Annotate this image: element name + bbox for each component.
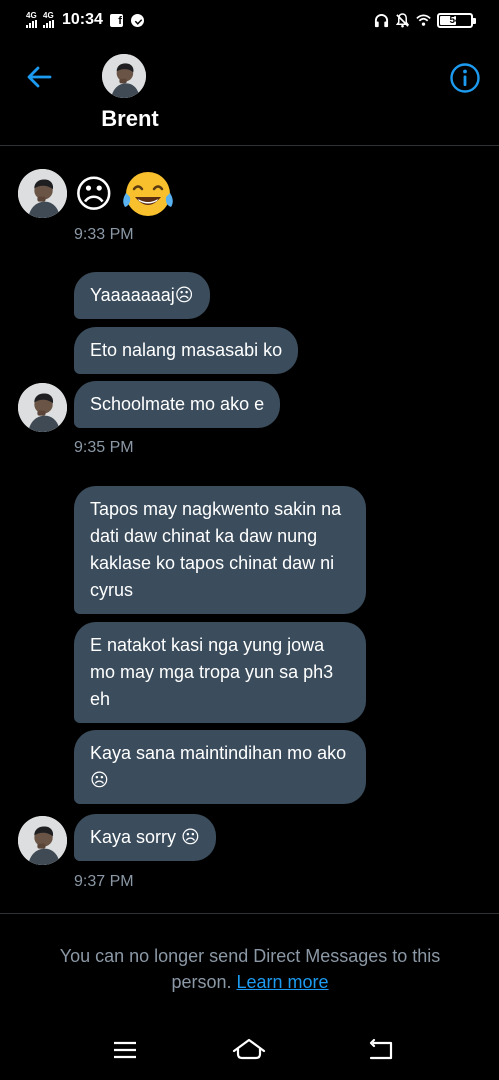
message-bubble[interactable]: Eto nalang masasabi ko xyxy=(74,327,299,374)
sender-avatar[interactable] xyxy=(18,816,67,865)
mute-bell-icon xyxy=(395,12,410,28)
message-bubble[interactable]: Kaya sana maintindihan mo ako ☹ xyxy=(74,730,366,804)
status-bar: 4G 4G 10:34 f 54 xyxy=(0,0,499,40)
facebook-icon: f xyxy=(109,13,124,28)
message-bubble[interactable]: Schoolmate mo ako e xyxy=(74,381,281,428)
dm-restriction-notice: You can no longer send Direct Messages t… xyxy=(30,943,470,995)
status-right: 54 xyxy=(374,12,476,28)
battery-icon: 54 xyxy=(437,12,476,28)
footer-divider xyxy=(0,913,499,914)
status-time: 10:34 xyxy=(62,11,103,28)
network-type-label: 4G xyxy=(43,11,54,20)
contact-name[interactable]: Brent xyxy=(70,106,190,132)
network-type-label: 4G xyxy=(26,11,37,20)
home-icon[interactable] xyxy=(231,1034,267,1066)
message-thread: ☹ 9:33 PM Yaaaaaaaj☹ Eto nalang masasabi… xyxy=(0,147,499,913)
profile-avatar[interactable] xyxy=(102,54,146,98)
headphones-icon xyxy=(374,13,389,28)
signal-icon: 4G xyxy=(26,12,37,28)
message-timestamp: 9:35 PM xyxy=(74,439,134,456)
dm-conversation-screen: 4G 4G 10:34 f 54 Brent ☹ 9:33 PM Yaaaaaa… xyxy=(0,0,499,1080)
frowning-face-emoji: ☹ xyxy=(74,172,114,216)
messenger-icon xyxy=(130,13,145,28)
status-left: 4G 4G 10:34 f xyxy=(26,11,145,29)
menu-icon[interactable] xyxy=(107,1034,143,1066)
battery-level: 54 xyxy=(449,14,461,26)
tears-of-joy-emoji xyxy=(120,167,176,221)
message-bubble[interactable]: Kaya sorry ☹ xyxy=(74,814,216,861)
conversation-header: Brent xyxy=(0,40,499,146)
learn-more-link[interactable]: Learn more xyxy=(237,972,329,992)
info-icon[interactable] xyxy=(449,62,481,94)
system-navigation-bar xyxy=(0,1024,499,1080)
message-timestamp: 9:37 PM xyxy=(74,873,134,890)
signal-icon: 4G xyxy=(43,12,54,28)
back-icon[interactable] xyxy=(363,1034,399,1066)
back-arrow-icon[interactable] xyxy=(24,62,54,92)
emoji-message[interactable]: ☹ xyxy=(74,167,176,221)
message-bubble[interactable]: Yaaaaaaaj☹ xyxy=(74,272,210,319)
sender-avatar[interactable] xyxy=(18,169,67,218)
message-bubble[interactable]: E natakot kasi nga yung jowa mo may mga … xyxy=(74,622,366,723)
wifi-icon xyxy=(416,13,431,28)
message-bubble[interactable]: Tapos may nagkwento sakin na dati daw ch… xyxy=(74,486,366,614)
message-timestamp: 9:33 PM xyxy=(74,226,134,243)
sender-avatar[interactable] xyxy=(18,383,67,432)
